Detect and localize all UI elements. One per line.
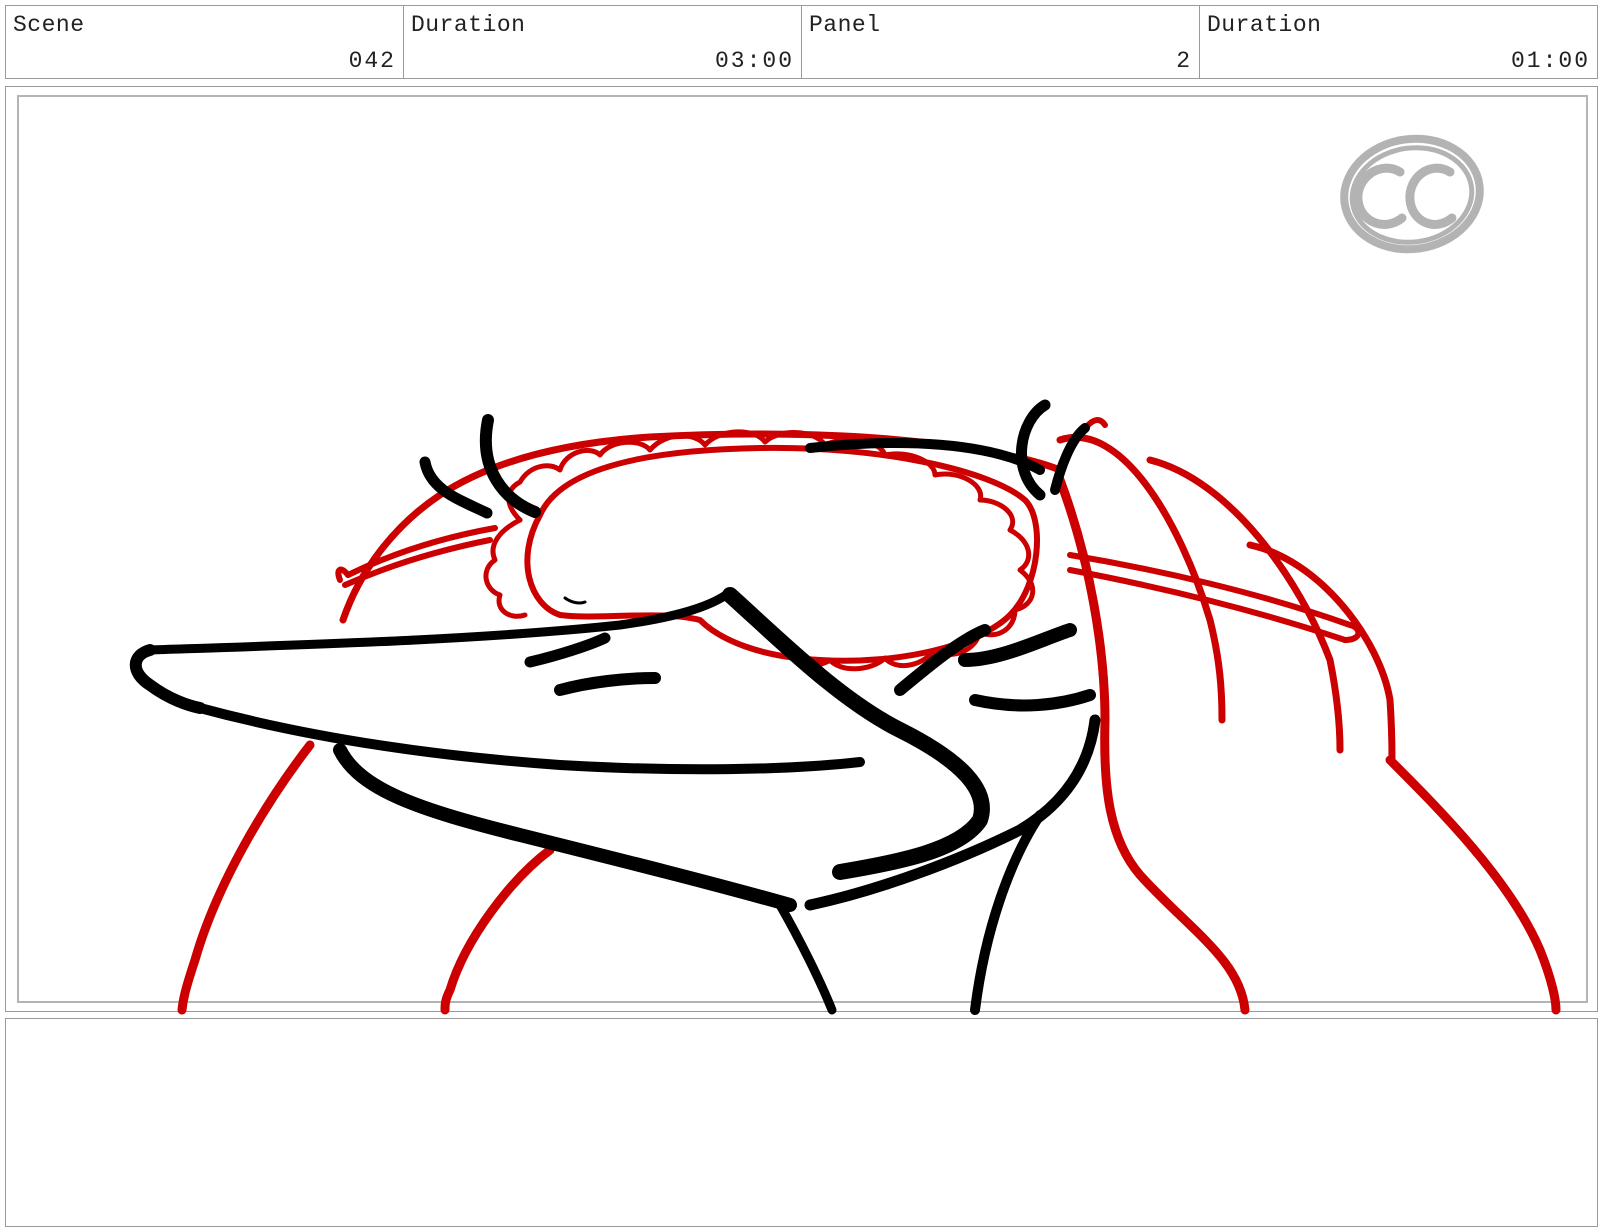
cc-watermark-logo [1340,134,1484,254]
panel-notes-box[interactable] [5,1018,1598,1227]
black-ink-lines [129,399,1101,1015]
